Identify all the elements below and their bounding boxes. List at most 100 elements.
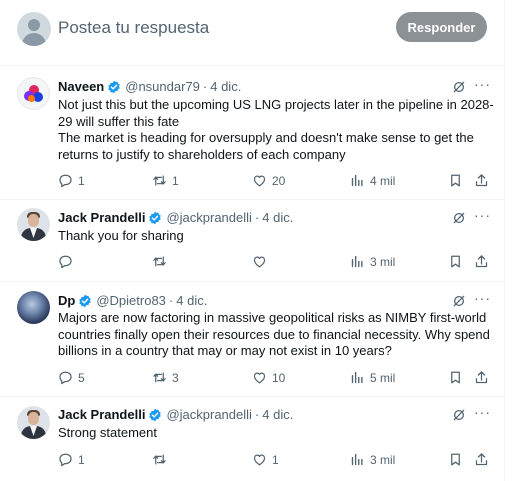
like-icon xyxy=(253,372,266,384)
conversation-panel: Postea tu respuesta Responder Naveen @ns… xyxy=(0,0,505,481)
views-action[interactable]: 3 mil xyxy=(350,254,395,269)
author-handle[interactable]: @Dpietro83 xyxy=(96,293,166,308)
post-text-line: 29 will suffer this fate xyxy=(58,113,180,129)
share-action[interactable] xyxy=(474,254,489,269)
reply-button[interactable]: Responder xyxy=(396,12,487,42)
repost-action[interactable] xyxy=(152,452,172,467)
reply-post[interactable]: Jack Prandelli @jackprandelli · 4 dic. ·… xyxy=(0,200,505,282)
more-icon[interactable]: ··· xyxy=(474,404,491,420)
avatar[interactable] xyxy=(17,291,50,324)
share-icon xyxy=(475,174,488,187)
views-action[interactable]: 4 mil xyxy=(350,173,395,188)
reply-action[interactable]: 5 xyxy=(58,370,85,385)
reply-input[interactable]: Postea tu respuesta xyxy=(58,18,209,38)
like-count: 1 xyxy=(272,452,279,467)
post-date[interactable]: 4 dic. xyxy=(262,210,293,225)
post-text-line: countries finally open their resources d… xyxy=(58,326,490,342)
like-count: 20 xyxy=(272,173,286,188)
share-action[interactable] xyxy=(474,173,489,188)
share-icon xyxy=(475,255,488,268)
post-date[interactable]: 4 dic. xyxy=(262,407,293,422)
views-icon xyxy=(351,174,363,187)
like-action[interactable]: 10 xyxy=(252,370,285,385)
post-text-line: billions in a country that may or may no… xyxy=(58,343,392,358)
repost-action[interactable] xyxy=(152,254,172,269)
post-actions: 5 3 10 5 mil xyxy=(0,370,505,388)
author-name[interactable]: Naveen xyxy=(58,79,104,94)
like-count: 10 xyxy=(272,370,286,385)
post-text: Thank you for sharing xyxy=(58,228,498,245)
verified-badge-icon xyxy=(149,408,162,421)
views-count: 3 mil xyxy=(370,452,396,467)
bookmark-action[interactable] xyxy=(448,173,463,188)
grok-icon[interactable] xyxy=(452,408,466,422)
bookmark-action[interactable] xyxy=(448,452,463,467)
share-icon xyxy=(475,453,488,466)
reply-composer: Postea tu respuesta Responder xyxy=(0,0,505,66)
share-action[interactable] xyxy=(474,370,489,385)
author-handle[interactable]: @jackprandelli xyxy=(166,210,251,225)
repost-icon xyxy=(153,454,166,465)
repost-action[interactable]: 1 xyxy=(152,173,179,188)
post-text-line: Not just this but the upcoming US LNG pr… xyxy=(58,97,494,112)
repost-icon xyxy=(153,175,166,186)
separator-dot: · xyxy=(254,210,260,225)
post-header: Jack Prandelli @jackprandelli · 4 dic. xyxy=(58,407,293,422)
author-name[interactable]: Dp xyxy=(58,293,75,308)
my-avatar[interactable] xyxy=(17,12,51,46)
reply-action[interactable] xyxy=(58,254,78,269)
reply-count: 5 xyxy=(78,370,85,385)
reply-action[interactable]: 1 xyxy=(58,173,85,188)
reply-post[interactable]: Dp @Dpietro83 · 4 dic. ··· Majors are no… xyxy=(0,282,505,397)
verified-badge-icon xyxy=(108,80,121,93)
share-action[interactable] xyxy=(474,452,489,467)
post-header: Jack Prandelli @jackprandelli · 4 dic. xyxy=(58,210,293,225)
repost-action[interactable]: 3 xyxy=(152,370,179,385)
grok-icon[interactable] xyxy=(452,211,466,225)
more-icon[interactable]: ··· xyxy=(474,76,491,92)
like-action[interactable]: 20 xyxy=(252,173,285,188)
views-count: 5 mil xyxy=(370,370,396,385)
like-action[interactable] xyxy=(252,254,272,269)
bookmark-action[interactable] xyxy=(448,370,463,385)
views-icon xyxy=(351,255,363,268)
like-icon xyxy=(253,454,266,466)
like-action[interactable]: 1 xyxy=(252,452,279,467)
grok-icon[interactable] xyxy=(452,294,466,308)
share-icon xyxy=(475,371,488,384)
more-icon[interactable]: ··· xyxy=(474,207,491,223)
avatar[interactable] xyxy=(17,406,50,439)
author-handle[interactable]: @nsundar79 xyxy=(125,79,200,94)
views-action[interactable]: 5 mil xyxy=(350,370,395,385)
author-name[interactable]: Jack Prandelli xyxy=(58,210,145,225)
reply-icon xyxy=(59,453,72,467)
reply-count: 1 xyxy=(78,452,85,467)
post-text-line: returns to justify to shareholders of ea… xyxy=(58,146,346,162)
post-date[interactable]: 4 dic. xyxy=(210,79,241,94)
verified-badge-icon xyxy=(79,294,92,307)
separator-dot: · xyxy=(168,293,174,308)
author-name[interactable]: Jack Prandelli xyxy=(58,407,145,422)
views-action[interactable]: 3 mil xyxy=(350,452,395,467)
verified-badge-icon xyxy=(149,211,162,224)
avatar[interactable] xyxy=(17,77,50,110)
post-text-line: The market is heading for oversupply and… xyxy=(58,130,474,145)
views-icon xyxy=(351,371,363,384)
bookmark-icon xyxy=(451,371,460,384)
reply-action[interactable]: 1 xyxy=(58,452,85,467)
bookmark-icon xyxy=(451,453,460,466)
reply-post[interactable]: Jack Prandelli @jackprandelli · 4 dic. ·… xyxy=(0,397,505,481)
post-text: Majors are now factoring in massive geop… xyxy=(58,310,498,360)
grok-icon[interactable] xyxy=(452,80,466,94)
post-text-line: Strong statement xyxy=(58,425,157,440)
bookmark-action[interactable] xyxy=(448,254,463,269)
author-handle[interactable]: @jackprandelli xyxy=(166,407,251,422)
reply-post[interactable]: Naveen @nsundar79 · 4 dic. ··· Not just … xyxy=(0,67,505,200)
avatar[interactable] xyxy=(17,208,50,241)
post-text: Strong statement xyxy=(58,425,498,442)
reply-icon xyxy=(59,255,72,269)
post-header: Dp @Dpietro83 · 4 dic. xyxy=(58,293,207,308)
separator-dot: · xyxy=(254,407,260,422)
more-icon[interactable]: ··· xyxy=(474,290,491,306)
post-date[interactable]: 4 dic. xyxy=(176,293,207,308)
